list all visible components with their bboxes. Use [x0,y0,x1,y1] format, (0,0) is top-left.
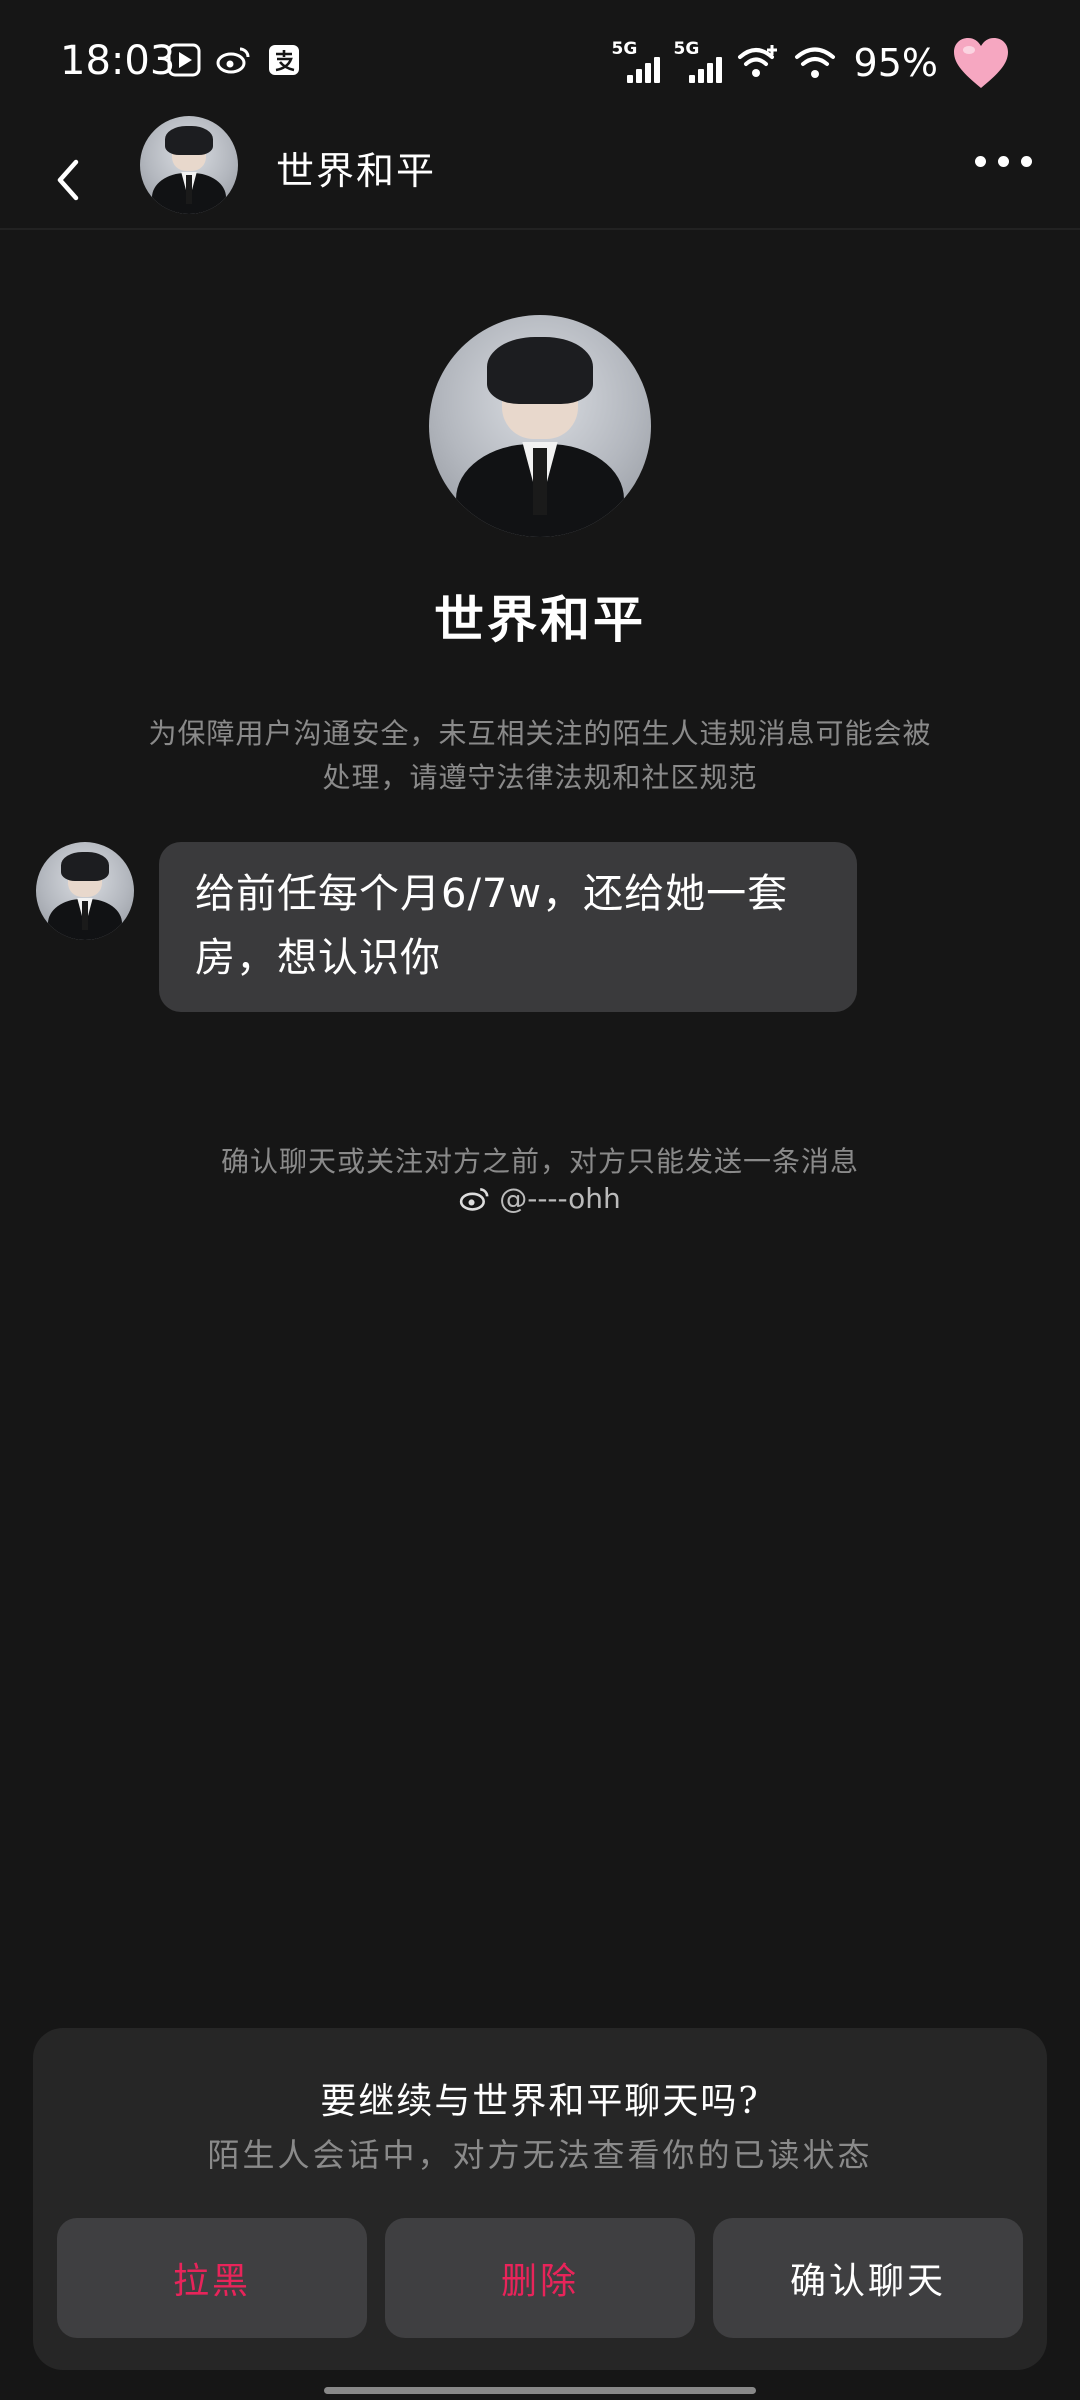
more-dot-icon [998,156,1009,167]
home-indicator[interactable] [324,2387,756,2394]
wifi-plus-icon [737,45,777,77]
signal-label-2: 5G [673,39,700,59]
confirm-chat-button[interactable]: 确认聊天 [713,2218,1023,2338]
header-divider [0,228,1080,230]
weibo-icon [216,42,252,78]
header-title: 世界和平 [276,149,437,193]
chevron-left-icon [57,159,79,201]
status-indicators: 5G 5G 95% [612,36,1010,90]
safety-notice: 为保障用户沟通安全，未互相关注的陌生人违规消息可能会被处理，请遵守法律法规和社区… [148,717,932,794]
confirm-note: 确认聊天或关注对方之前，对方只能发送一条消息 [220,1145,859,1178]
more-options-button[interactable] [975,156,1032,167]
continue-chat-sheet: 要继续与世界和平聊天吗? 陌生人会话中，对方无法查看你的已读状态 拉黑 删除 确… [33,2028,1047,2370]
header-avatar[interactable] [140,116,238,214]
sheet-subtitle: 陌生人会话中，对方无法查看你的已读状态 [207,2136,873,2174]
alipay-icon [266,42,302,78]
more-dot-icon [975,156,986,167]
battery-percent: 95% [853,41,938,85]
profile-name: 世界和平 [434,590,646,649]
status-bar: 18:03 5G 5G 95% [0,0,1080,130]
signal-label: 5G [611,39,638,59]
cellular-signal-icon: 5G [611,39,660,85]
status-time: 18:03 [60,38,176,84]
block-button[interactable]: 拉黑 [57,2218,367,2338]
weibo-icon [460,1187,489,1211]
profile-avatar[interactable] [429,315,651,537]
wifi-icon [794,47,835,78]
message-avatar[interactable] [36,842,134,940]
cellular-signal-icon-2: 5G [673,39,722,85]
heart-icon [954,38,1008,88]
message-bubble[interactable]: 给前任每个月6/7w，还给她一套房，想认识你 [159,842,857,1012]
more-dot-icon [1021,156,1032,167]
delete-button[interactable]: 删除 [385,2218,695,2338]
watermark: @----ohh [0,1182,1080,1215]
play-icon [166,42,202,78]
watermark-text: @----ohh [499,1182,621,1215]
status-app-icons [166,42,302,78]
back-button[interactable] [42,152,98,208]
sheet-title: 要继续与世界和平聊天吗? [320,2081,760,2122]
